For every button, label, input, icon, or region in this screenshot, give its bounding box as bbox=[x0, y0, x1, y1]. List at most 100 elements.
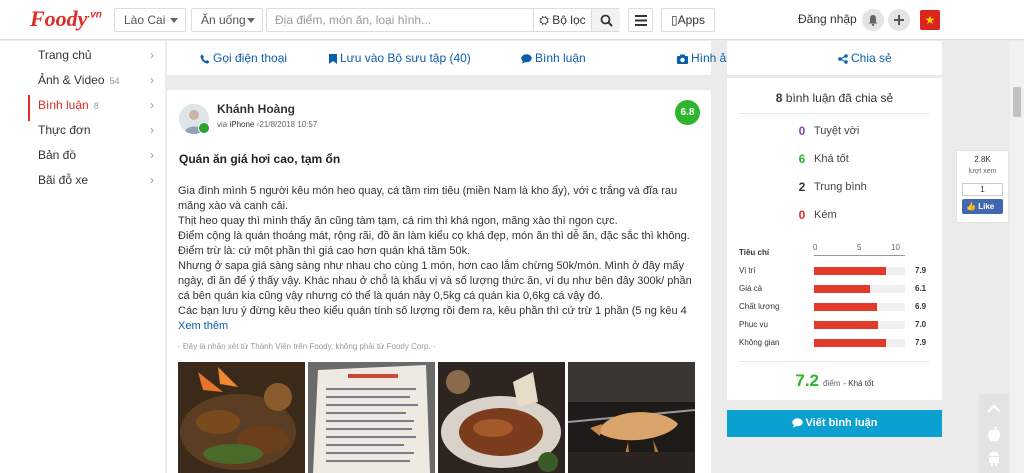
sidebar-item-count: 8 bbox=[93, 101, 99, 111]
criterion-track bbox=[814, 321, 905, 329]
like-count-bubble: 1 bbox=[962, 183, 1003, 196]
review-line: Gia đình mình 5 người kêu món heo quay, … bbox=[178, 185, 678, 197]
left-sidebar: Trang chủ › Ảnh & Video 54 › Bình luận 8 ›… bbox=[0, 41, 165, 473]
share-icon bbox=[838, 54, 848, 64]
review-line: Các bạn lưu ý đừng kêu theo kiểu quán tí… bbox=[178, 305, 687, 317]
average-score-value: 7.2 bbox=[795, 371, 820, 390]
category-select-value: Ăn uống bbox=[201, 13, 246, 27]
facebook-like-widget: 2.8K lượt xem 1 👍 Like bbox=[956, 150, 1009, 223]
review-score-badge: 6.8 bbox=[675, 100, 700, 125]
sidebar-item-menu[interactable]: Thực đơn › bbox=[28, 120, 165, 146]
chevron-right-icon: › bbox=[150, 173, 154, 187]
sidebar-item-parking[interactable]: Bãi đỗ xe › bbox=[28, 170, 165, 196]
rating-level-count: 0 bbox=[798, 208, 806, 222]
scrollbar-thumb[interactable] bbox=[1013, 87, 1021, 117]
criterion-value: 7.9 bbox=[915, 266, 927, 275]
criterion-label: Chất lượng bbox=[739, 302, 780, 311]
rating-level-label: Tuyệt vời bbox=[814, 125, 860, 137]
chevron-up-icon[interactable] bbox=[987, 404, 1001, 414]
criterion-bar bbox=[814, 267, 886, 275]
filter-label: Bộ lọc bbox=[552, 13, 586, 27]
bell-icon bbox=[868, 15, 878, 26]
rating-level-count: 0 bbox=[798, 124, 806, 138]
vietnam-flag-icon[interactable]: ★ bbox=[920, 10, 940, 30]
scale-axis bbox=[814, 255, 905, 256]
sidebar-item-photos[interactable]: Ảnh & Video 54 › bbox=[28, 70, 165, 96]
average-score-label: - Khá tốt bbox=[843, 379, 874, 388]
login-link[interactable]: Đăng nhập bbox=[798, 12, 857, 26]
rating-level-label: Trung bình bbox=[814, 181, 867, 193]
category-select[interactable]: Ăn uống bbox=[191, 8, 263, 32]
sidebar-item-home[interactable]: Trang chủ › bbox=[28, 45, 165, 71]
search-button[interactable] bbox=[591, 9, 620, 31]
divider bbox=[739, 361, 930, 362]
plus-icon bbox=[894, 15, 904, 25]
city-select[interactable]: Lào Cai bbox=[114, 8, 186, 32]
review-title[interactable]: Quán ăn giá hơi cao, tạm ổn bbox=[179, 152, 340, 166]
facebook-like-button[interactable]: 👍 Like bbox=[962, 199, 1003, 214]
criterion-label: Không gian bbox=[739, 338, 780, 347]
view-count-label: lượt xem bbox=[968, 168, 997, 175]
sidebar-item-map[interactable]: Bản đồ › bbox=[28, 145, 165, 171]
comment-button[interactable]: Bình luận bbox=[521, 51, 586, 65]
review-summary-panel: 8 bình luận đã chia sẻ 0 Tuyệt vời 6 Khá… bbox=[727, 78, 942, 400]
phone-icon bbox=[200, 54, 210, 64]
criterion-bar bbox=[814, 321, 878, 329]
share-bar: Chia sẻ bbox=[727, 41, 942, 76]
review-meta: via iPhone ▫21/8/2018 10:57 bbox=[217, 120, 318, 129]
review-author[interactable]: Khánh Hoàng bbox=[217, 102, 295, 116]
review-line: Điểm trừ là: cứ một phần thì giá cao hơn… bbox=[178, 245, 471, 257]
write-review-button[interactable]: Viết bình luận bbox=[727, 410, 942, 437]
average-score: 7.2 điểm - Khá tốt bbox=[795, 371, 874, 390]
share-button[interactable]: Chia sẻ bbox=[838, 51, 892, 65]
scale-tick: 10 bbox=[891, 243, 900, 252]
criteria-header: Tiêu chí bbox=[739, 248, 770, 257]
page-scrollbar[interactable] bbox=[1010, 41, 1024, 473]
rating-level-count: 6 bbox=[798, 152, 806, 166]
rating-level-count: 2 bbox=[798, 180, 806, 194]
criterion-track bbox=[814, 339, 905, 347]
android-icon[interactable] bbox=[987, 450, 1001, 466]
review-line: Thịt heo quay thì mình thấy ăn cũng tàm … bbox=[178, 215, 618, 227]
scale-tick: 5 bbox=[857, 243, 862, 252]
sidebar-item-reviews[interactable]: Bình luận 8 › bbox=[28, 95, 165, 121]
search-box: ⛭ Bộ lọc bbox=[266, 8, 620, 32]
camera-icon bbox=[677, 54, 688, 64]
chevron-down-icon bbox=[247, 18, 255, 23]
criterion-bar bbox=[814, 339, 886, 347]
hamburger-icon bbox=[635, 15, 647, 26]
criterion-value: 6.9 bbox=[915, 302, 927, 311]
review-photo[interactable] bbox=[308, 362, 435, 473]
review-line: Nhưng ở sapa giá sàng sàng như nhau cho … bbox=[178, 260, 685, 272]
review-total: 8 bình luận đã chia sẻ bbox=[775, 91, 894, 105]
review-photo[interactable] bbox=[438, 362, 565, 473]
review-device: iPhone bbox=[229, 120, 255, 129]
review-line: cá bên quán kia cũng vậy nhưng có thể là… bbox=[178, 290, 604, 302]
apple-icon[interactable] bbox=[987, 426, 1001, 442]
filter-button[interactable]: ⛭ Bộ lọc bbox=[533, 9, 591, 31]
add-button[interactable] bbox=[888, 9, 910, 31]
chevron-down-icon bbox=[170, 18, 178, 23]
apps-button[interactable]: ▯Apps bbox=[661, 8, 715, 32]
review-photo[interactable] bbox=[568, 362, 695, 473]
criterion-label: Phục vụ bbox=[739, 320, 768, 329]
filter-icon: ⛭ bbox=[539, 13, 549, 27]
search-input[interactable] bbox=[267, 9, 533, 31]
phone-icon: ▯ bbox=[671, 13, 678, 27]
criterion-track bbox=[814, 267, 905, 275]
menu-button[interactable] bbox=[628, 8, 653, 32]
review-card: Khánh Hoàng via iPhone ▫21/8/2018 10:57 … bbox=[167, 90, 711, 473]
review-photo[interactable] bbox=[178, 362, 305, 473]
foody-logo[interactable]: Foody.vn bbox=[30, 6, 102, 32]
criterion-bar bbox=[814, 303, 877, 311]
search-icon bbox=[600, 14, 613, 27]
criterion-value: 6.1 bbox=[915, 284, 927, 293]
call-button[interactable]: Gọi điện thoại bbox=[200, 51, 287, 65]
review-line: măng xào và canh cải. bbox=[178, 200, 289, 212]
notification-button[interactable] bbox=[862, 9, 884, 31]
sidebar-item-label: Thực đơn bbox=[38, 123, 91, 137]
save-to-collection-button[interactable]: Lưu vào Bộ sưu tập (40) bbox=[329, 51, 471, 65]
sidebar-item-label: Bãi đỗ xe bbox=[38, 173, 89, 187]
criterion-value: 7.9 bbox=[915, 338, 927, 347]
see-more-link[interactable]: Xem thêm bbox=[178, 320, 228, 332]
